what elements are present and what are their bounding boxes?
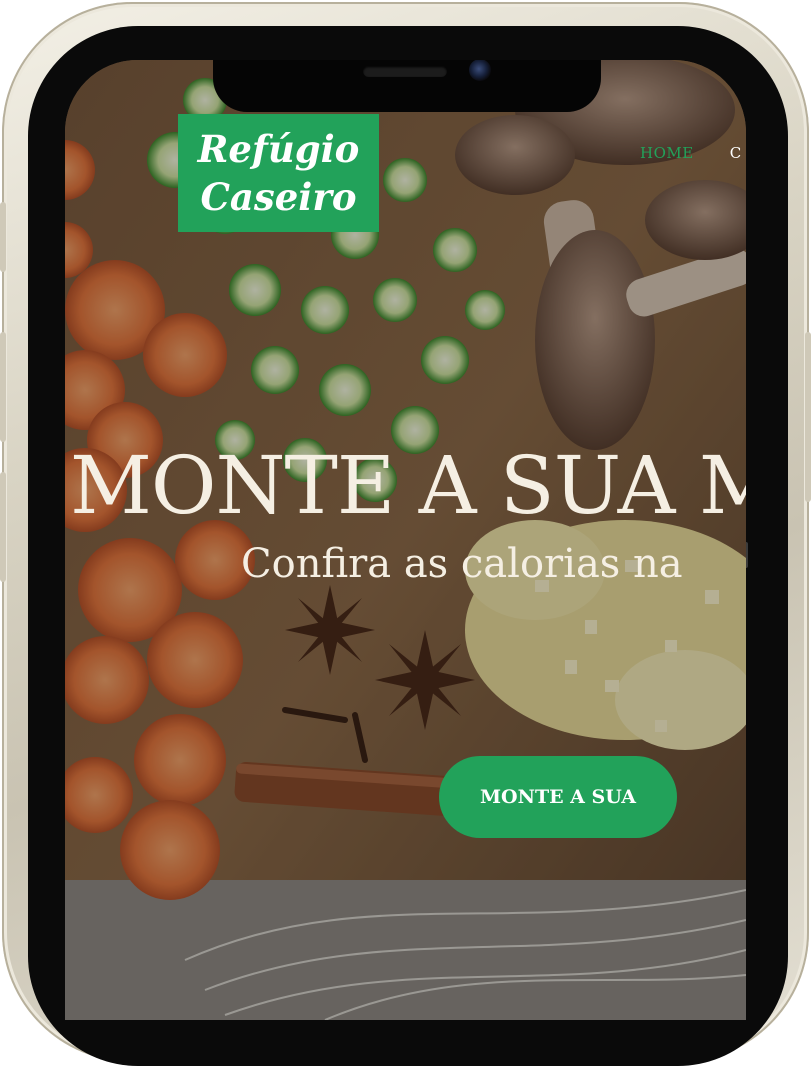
volume-down-button (0, 472, 6, 582)
hero-subtitle: Confira as calorias na (241, 541, 683, 587)
hero-title: MONTE A SUA M (70, 439, 746, 532)
brand-logo-line1: Refúgio (197, 127, 360, 171)
brand-logo-line2: Caseiro (200, 175, 357, 219)
volume-up-button (0, 332, 6, 442)
phone-notch (213, 60, 601, 112)
main-nav: HOME C (640, 144, 742, 162)
cta-button[interactable]: MONTE A SUA (439, 756, 677, 838)
power-button (805, 332, 811, 502)
speaker-grille (363, 66, 447, 77)
nav-item-next[interactable]: C (730, 144, 742, 162)
front-camera (469, 60, 491, 81)
brand-logo[interactable]: Refúgio Caseiro (178, 114, 379, 232)
phone-screen: Refúgio Caseiro HOME C MONTE A SUA M Con… (65, 60, 746, 1020)
nav-item-home[interactable]: HOME (640, 144, 694, 162)
mute-switch (0, 202, 6, 272)
